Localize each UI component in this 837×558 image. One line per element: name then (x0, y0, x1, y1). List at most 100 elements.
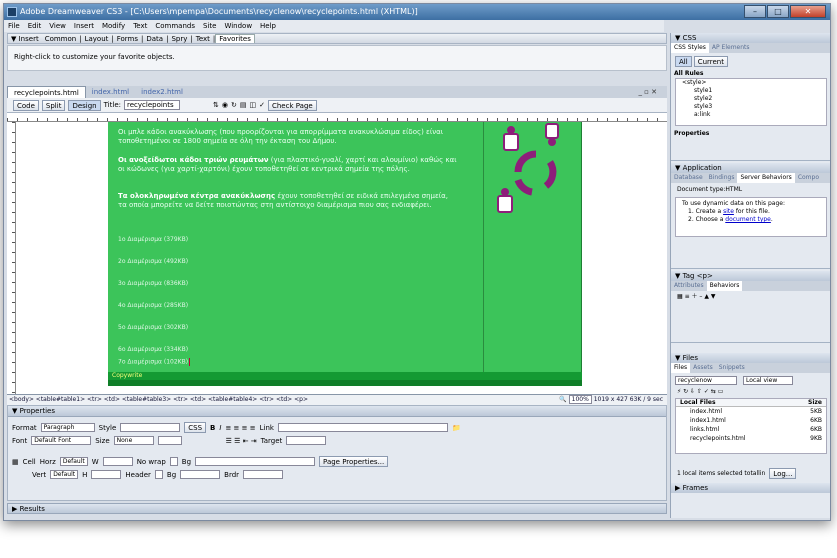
menu-modify[interactable]: Modify (98, 20, 129, 32)
insert-tab-common[interactable]: Common (42, 35, 80, 43)
check-page-button[interactable]: Check Page (267, 99, 317, 111)
css-button[interactable]: CSS (184, 422, 207, 433)
tab-ap-elements[interactable]: AP Elements (709, 43, 753, 53)
tab-attributes[interactable]: Attributes (671, 281, 707, 291)
css-rule[interactable]: style3 (676, 103, 826, 111)
align-icons[interactable]: ≡ ≡ ≡ ≡ (225, 424, 255, 432)
view-select[interactable]: Local view (743, 376, 793, 385)
visual-aids-icon[interactable]: ◫ (249, 101, 256, 109)
close-button[interactable]: ✕ (790, 5, 826, 18)
site-select[interactable]: recyclenow (675, 376, 737, 385)
insert-tab-spry[interactable]: Spry (168, 35, 190, 43)
tab-components[interactable]: Compo (795, 173, 822, 183)
nowrap-checkbox[interactable] (169, 457, 178, 466)
bold-icon[interactable]: B (210, 424, 215, 432)
page-properties-button[interactable]: Page Properties... (319, 456, 389, 467)
bg-image-input[interactable] (195, 457, 316, 466)
list-indent-icons[interactable]: ☰ ☰ ⇤ ⇥ (226, 437, 257, 445)
log-button[interactable]: Log... (769, 468, 797, 479)
properties-header[interactable]: ▼ Properties (8, 406, 666, 417)
district-link-last[interactable]: 7ο Διαμέρισμα (102KB) (118, 358, 191, 366)
preview-browser-icon[interactable]: ◉ (222, 101, 228, 109)
window-size[interactable]: 1019 x 427 (594, 396, 628, 403)
insert-tab-forms[interactable]: Forms (114, 35, 141, 43)
tag-panel-header[interactable]: ▼ Tag <p> (671, 271, 830, 281)
results-panel-header[interactable]: ▶ Results (7, 503, 667, 514)
vert-select[interactable]: Default (50, 470, 79, 479)
tab-behaviors[interactable]: Behaviors (706, 281, 743, 291)
color-picker[interactable] (157, 436, 182, 445)
district-link[interactable]: 4ο Διαμέρισμα (285KB) (118, 302, 188, 309)
insert-tab-data[interactable]: Data (143, 35, 166, 43)
menu-window[interactable]: Window (220, 20, 256, 32)
bg-color-input[interactable] (180, 470, 221, 479)
css-rule[interactable]: style1 (676, 87, 826, 95)
menu-view[interactable]: View (45, 20, 70, 32)
size-column[interactable]: Size (808, 399, 822, 406)
insert-tab-text[interactable]: Text (193, 35, 213, 43)
tab-assets[interactable]: Assets (690, 363, 716, 373)
insert-tab-favorites[interactable]: Favorites (215, 34, 255, 43)
doc-tab-recyclepoints[interactable]: recyclepoints.html (7, 86, 86, 98)
view-options-icon[interactable]: ▤ (240, 101, 247, 109)
height-input[interactable] (91, 470, 122, 479)
behavior-tools[interactable]: ▦ ≡ ＋ – ▲ ▼ (671, 293, 830, 301)
css-rule[interactable]: <style> (676, 79, 826, 87)
design-view-button[interactable]: Design (68, 99, 101, 111)
file-row[interactable]: links.html 6KB (676, 425, 826, 434)
insert-bar-toggle[interactable]: ▼ Insert (8, 35, 42, 43)
style-select[interactable] (120, 423, 181, 432)
district-link[interactable]: 6ο Διαμέρισμα (334KB) (118, 346, 188, 353)
tab-database[interactable]: Database (671, 173, 706, 183)
current-button[interactable]: Current (693, 56, 728, 67)
browse-folder-icon[interactable]: 📁 (452, 424, 461, 432)
menu-file[interactable]: File (4, 20, 24, 32)
district-link[interactable]: 1ο Διαμέρισμα (379KB) (118, 236, 188, 243)
menu-edit[interactable]: Edit (24, 20, 46, 32)
tab-files[interactable]: Files (671, 363, 691, 373)
link-input[interactable] (277, 423, 448, 432)
district-link[interactable]: 3ο Διαμέρισμα (836KB) (118, 280, 188, 287)
district-link[interactable]: 5ο Διαμέρισμα (302KB) (118, 324, 188, 331)
doc-tab-index[interactable]: index.html (86, 86, 135, 98)
frames-panel-header[interactable]: ▶ Frames (671, 483, 830, 493)
tab-server-behaviors[interactable]: Server Behaviors (737, 173, 795, 183)
header-checkbox[interactable] (154, 470, 163, 479)
doc-tab-index2[interactable]: index2.html (135, 86, 189, 98)
target-select[interactable] (286, 436, 327, 445)
size-select[interactable]: None (113, 436, 154, 445)
width-input[interactable] (102, 457, 133, 466)
tag-path[interactable]: <body> <table#table1> <tr> <td> <table#t… (9, 396, 308, 403)
all-rules-button[interactable]: All (675, 56, 692, 67)
border-color-input[interactable] (243, 470, 284, 479)
create-site-link[interactable]: site (723, 208, 734, 215)
tab-css-styles[interactable]: CSS Styles (671, 43, 709, 53)
file-row[interactable]: index.html 5KB (676, 407, 826, 416)
file-management-icon[interactable]: ⇅ (213, 101, 219, 109)
tab-bindings[interactable]: Bindings (706, 173, 738, 183)
css-rule[interactable]: a:link (676, 111, 826, 119)
zoom-select[interactable]: 100% (568, 395, 592, 404)
district-link-text[interactable]: 7ο Διαμέρισμα (102KB) (118, 359, 188, 366)
page-title-input[interactable]: recyclepoints (124, 100, 180, 110)
validate-markup-icon[interactable]: ✓ (259, 101, 265, 109)
css-rule[interactable]: style2 (676, 95, 826, 103)
document-type-link[interactable]: document type (725, 216, 771, 223)
files-toolbar[interactable]: ⚡ ↻ ⇩ ⇧ ✓ ⇆ ▭ (671, 388, 830, 396)
refresh-icon[interactable]: ↻ (231, 101, 237, 109)
menu-insert[interactable]: Insert (70, 20, 98, 32)
format-select[interactable]: Paragraph (40, 423, 95, 432)
application-panel-header[interactable]: ▼ Application (671, 163, 830, 173)
tab-snippets[interactable]: Snippets (716, 363, 748, 373)
code-view-button[interactable]: Code (13, 99, 39, 111)
maximize-button[interactable]: □ (767, 5, 789, 18)
menu-text[interactable]: Text (129, 20, 151, 32)
local-files-column[interactable]: Local Files (680, 399, 716, 406)
minimize-button[interactable]: – (744, 5, 766, 18)
italic-icon[interactable]: I (219, 424, 221, 432)
horz-select[interactable]: Default (59, 457, 88, 466)
zoom-icon[interactable]: 🔍 (559, 396, 566, 403)
menu-help[interactable]: Help (256, 20, 280, 32)
design-view[interactable]: Οι μπλε κάδοι ανακύκλωσης (που προορίζον… (16, 122, 667, 394)
district-link[interactable]: 2ο Διαμέρισμα (492KB) (118, 258, 188, 265)
